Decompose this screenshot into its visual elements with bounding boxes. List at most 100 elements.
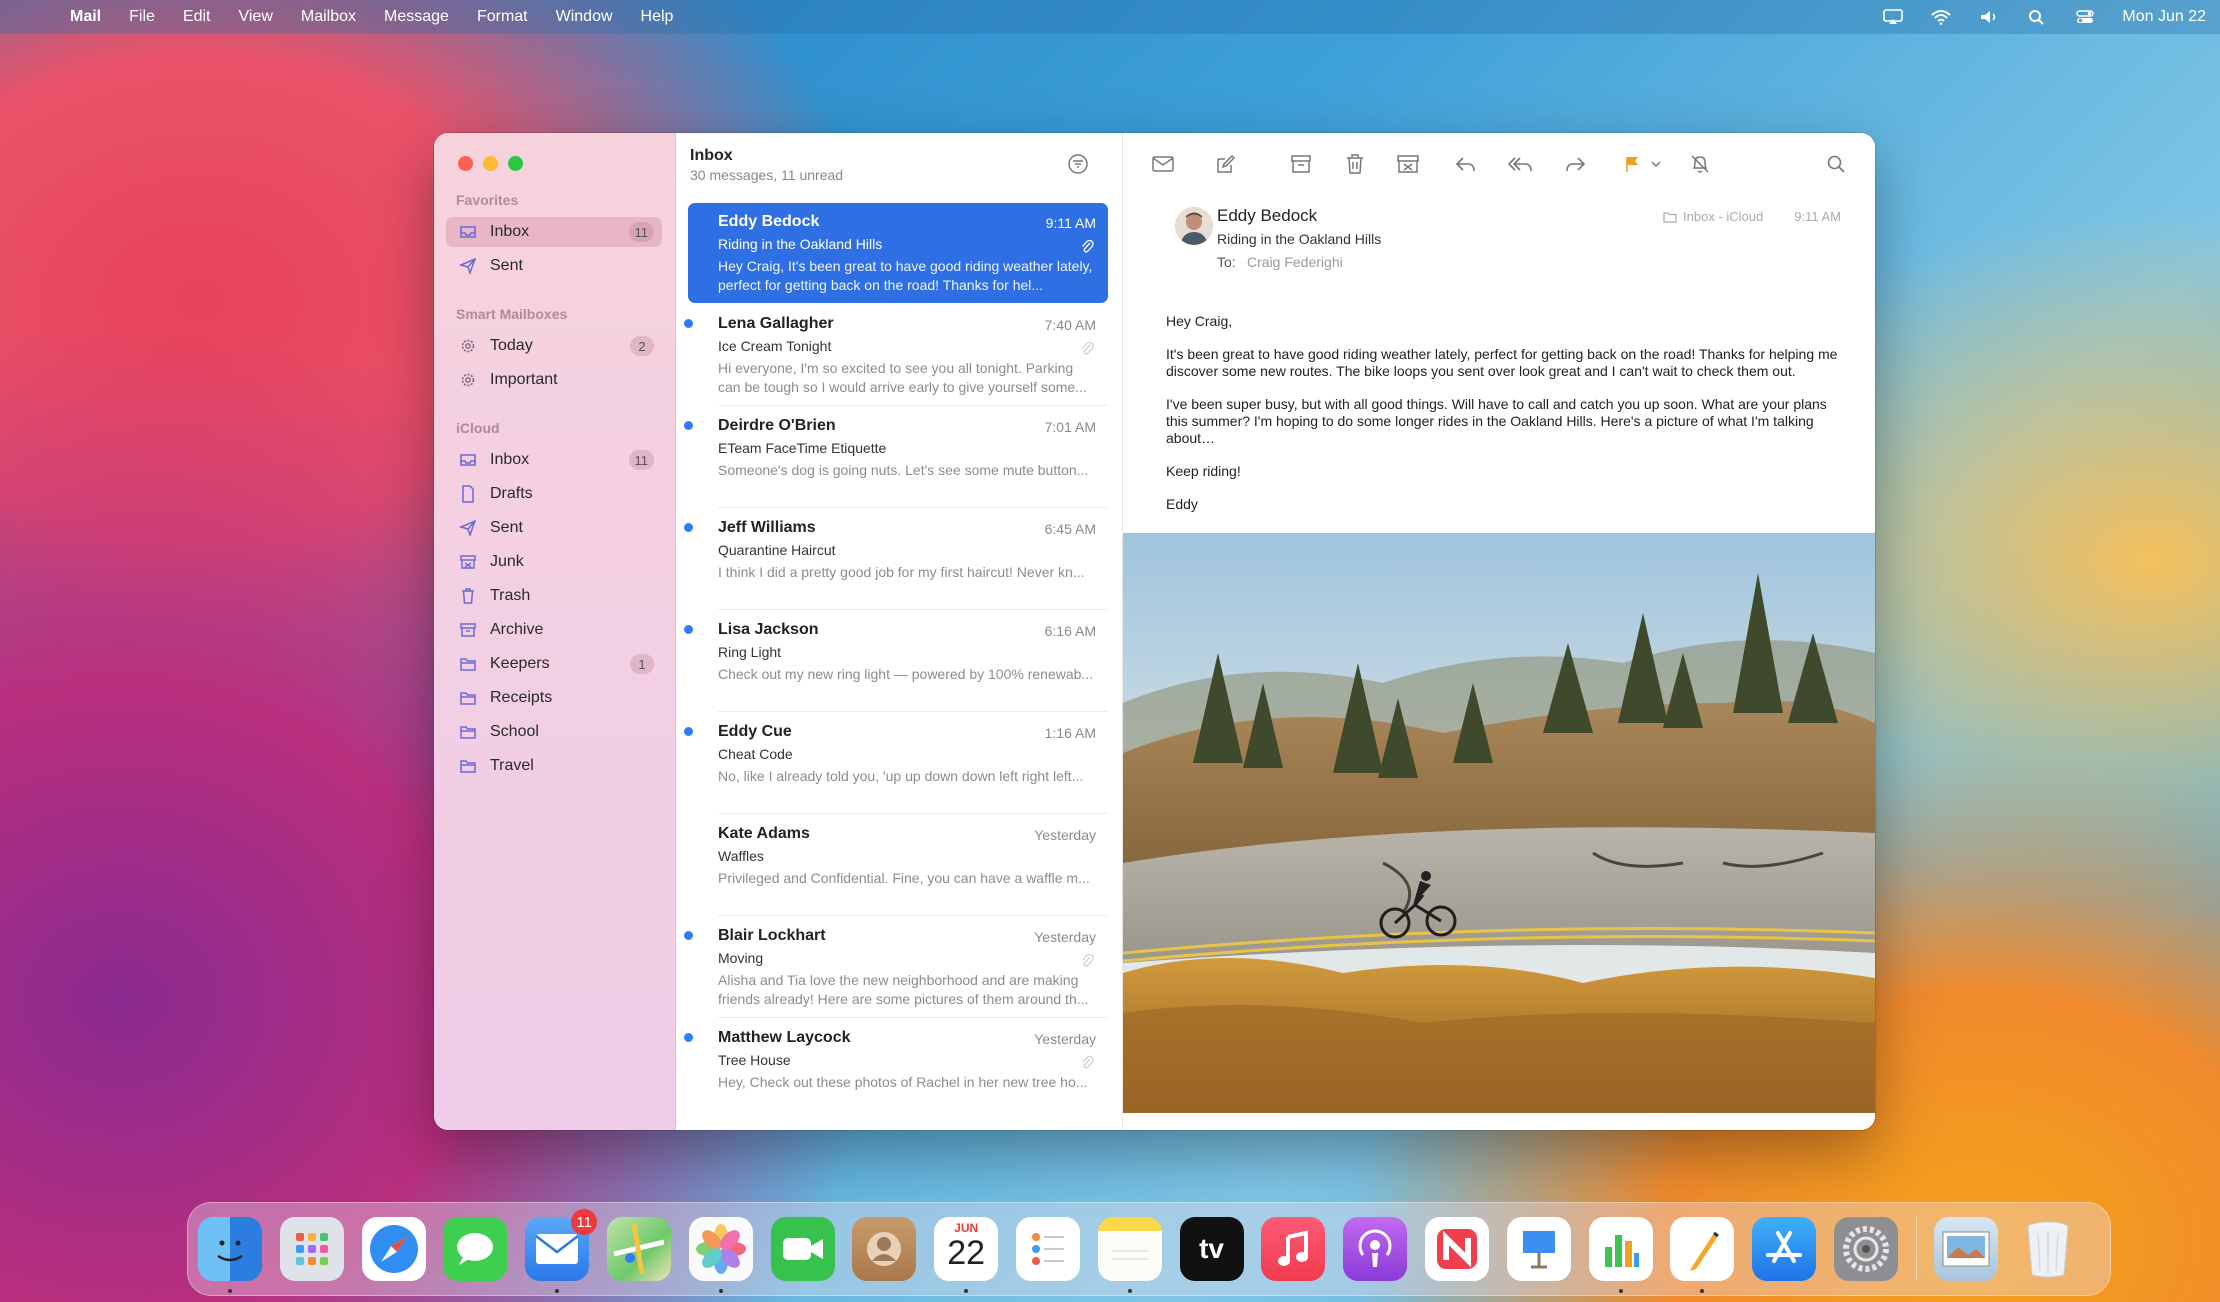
dock-app-messages[interactable]	[443, 1217, 508, 1281]
menu-message[interactable]: Message	[370, 8, 463, 26]
reply-button[interactable]	[1452, 151, 1478, 177]
reader-mailbox: Inbox - iCloud	[1663, 209, 1763, 224]
dock-app-mail[interactable]: 11	[525, 1209, 598, 1293]
dock-app-pages[interactable]	[1670, 1217, 1735, 1293]
screen-mirroring-icon[interactable]	[1882, 9, 1904, 25]
junk-button[interactable]	[1395, 151, 1421, 177]
filter-icon[interactable]	[1066, 152, 1090, 176]
compose-button[interactable]	[1212, 151, 1238, 177]
sidebar-item-label: Travel	[490, 757, 534, 774]
dock-app-news[interactable]	[1424, 1217, 1489, 1281]
menu-app-name[interactable]: Mail	[56, 8, 115, 26]
message-row[interactable]: Matthew Laycock Yesterday Tree House Hey…	[684, 1019, 1108, 1119]
delete-button[interactable]	[1342, 151, 1368, 177]
menu-help[interactable]: Help	[627, 8, 688, 26]
message-row[interactable]: Eddy Cue 1:16 AM Cheat Code No, like I a…	[684, 713, 1108, 813]
volume-icon[interactable]	[1978, 9, 2000, 25]
dock-app-calendar[interactable]: JUN 22	[934, 1217, 999, 1293]
preview-icon	[1942, 1231, 1990, 1267]
unread-dot	[684, 523, 693, 532]
dock-separator	[1915, 1217, 1917, 1281]
message-preview: Hi everyone, I'm so excited to see you a…	[718, 360, 1087, 395]
message-preview: I think I did a pretty good job for my f…	[718, 564, 1085, 580]
folder-icon	[458, 756, 478, 776]
reply-all-button[interactable]	[1507, 151, 1533, 177]
message-row[interactable]: Blair Lockhart Yesterday Moving Alisha a…	[684, 917, 1108, 1017]
sidebar-item-drafts[interactable]: Drafts	[446, 479, 662, 509]
sidebar-item-archive[interactable]: Archive	[446, 615, 662, 645]
message-preview: No, like I already told you, 'up up down…	[718, 768, 1084, 784]
mute-button[interactable]	[1687, 151, 1713, 177]
message-time: Yesterday	[1034, 1031, 1096, 1047]
sidebar-item-keepers[interactable]: Keepers 1	[446, 649, 662, 679]
sidebar-item-receipts[interactable]: Receipts	[446, 683, 662, 713]
attachment-icon	[1082, 953, 1094, 967]
message-row[interactable]: Lisa Jackson 6:16 AM Ring Light Check ou…	[684, 611, 1108, 711]
sidebar-item-trash[interactable]: Trash	[446, 581, 662, 611]
dock-app-notes[interactable]	[1097, 1217, 1162, 1293]
menu-file[interactable]: File	[115, 8, 169, 26]
search-icon	[1827, 155, 1845, 173]
menu-mailbox[interactable]: Mailbox	[287, 8, 370, 26]
get-mail-button[interactable]	[1150, 151, 1176, 177]
message-row[interactable]: Kate Adams Yesterday Waffles Privileged …	[688, 815, 1108, 915]
sidebar-item-travel[interactable]: Travel	[446, 751, 662, 781]
close-button[interactable]	[458, 156, 473, 171]
sidebar-item-important[interactable]: Important	[446, 365, 662, 395]
dock-app-launchpad[interactable]	[279, 1217, 344, 1281]
message-row[interactable]: Jeff Williams 6:45 AM Quarantine Haircut…	[684, 509, 1108, 609]
sidebar-item-junk[interactable]: Junk	[446, 547, 662, 577]
dock-app-facetime[interactable]	[770, 1217, 835, 1281]
message-subject: Tree House	[718, 1052, 791, 1068]
folder-icon	[458, 722, 478, 742]
sidebar: Favorites Inbox 11 Sent Smart Mailboxes …	[434, 133, 676, 1130]
dock-app-photos[interactable]	[688, 1217, 753, 1293]
sidebar-item-favorites-sent[interactable]: Sent	[446, 251, 662, 281]
running-indicator	[1618, 1289, 1623, 1293]
dock-app-finder[interactable]	[198, 1217, 262, 1293]
minimize-button[interactable]	[483, 156, 498, 171]
flag-menu-button[interactable]	[1643, 151, 1669, 177]
zoom-button[interactable]	[508, 156, 523, 171]
sidebar-item-icloud-inbox[interactable]: Inbox 11	[446, 445, 662, 475]
dock-app-preview[interactable]	[1933, 1217, 1998, 1281]
reader-recipient[interactable]: Craig Federighi	[1247, 254, 1343, 270]
dock-app-podcasts[interactable]	[1343, 1217, 1408, 1281]
dock-app-trash[interactable]	[2016, 1217, 2080, 1281]
message-row[interactable]: Lena Gallagher 7:40 AM Ice Cream Tonight…	[684, 305, 1108, 405]
dock-app-contacts[interactable]	[852, 1217, 917, 1281]
sidebar-item-icloud-sent[interactable]: Sent	[446, 513, 662, 543]
divider	[718, 609, 1108, 610]
archive-icon	[458, 620, 478, 640]
message-row[interactable]: Deirdre O'Brien 7:01 AM ETeam FaceTime E…	[684, 407, 1108, 507]
dock-app-safari[interactable]	[361, 1217, 426, 1281]
message-sender: Eddy Bedock	[718, 213, 820, 230]
forward-button[interactable]	[1563, 151, 1589, 177]
sidebar-item-school[interactable]: School	[446, 717, 662, 747]
menu-view[interactable]: View	[224, 8, 286, 26]
flag-button[interactable]	[1619, 151, 1645, 177]
reader-pane: Eddy Bedock Riding in the Oakland Hills …	[1123, 133, 1875, 1130]
search-button[interactable]	[1823, 151, 1849, 177]
dock-app-numbers[interactable]	[1588, 1217, 1653, 1293]
wifi-icon[interactable]	[1930, 9, 1952, 25]
dock-app-reminders[interactable]	[1015, 1217, 1080, 1281]
menu-edit[interactable]: Edit	[169, 8, 225, 26]
attached-photo[interactable]	[1123, 533, 1875, 1113]
sidebar-item-today[interactable]: Today 2	[446, 331, 662, 361]
calendar-day: 22	[947, 1234, 986, 1272]
dock-app-appstore[interactable]	[1752, 1217, 1817, 1281]
menu-format[interactable]: Format	[463, 8, 542, 26]
sidebar-item-favorites-inbox[interactable]: Inbox 11	[446, 217, 662, 247]
dock-app-music[interactable]	[1261, 1217, 1326, 1281]
spotlight-icon[interactable]	[2026, 9, 2048, 25]
archive-button[interactable]	[1288, 151, 1314, 177]
dock-app-keynote[interactable]	[1506, 1217, 1571, 1281]
dock-app-maps[interactable]	[606, 1217, 671, 1281]
message-row[interactable]: Eddy Bedock 9:11 AM Riding in the Oaklan…	[688, 203, 1108, 303]
dock-app-system-preferences[interactable]	[1833, 1217, 1898, 1281]
menu-clock[interactable]: Mon Jun 22	[2122, 8, 2206, 26]
menu-window[interactable]: Window	[542, 8, 627, 26]
control-center-icon[interactable]	[2074, 9, 2096, 25]
dock-app-tv[interactable]: tv	[1179, 1217, 1244, 1281]
